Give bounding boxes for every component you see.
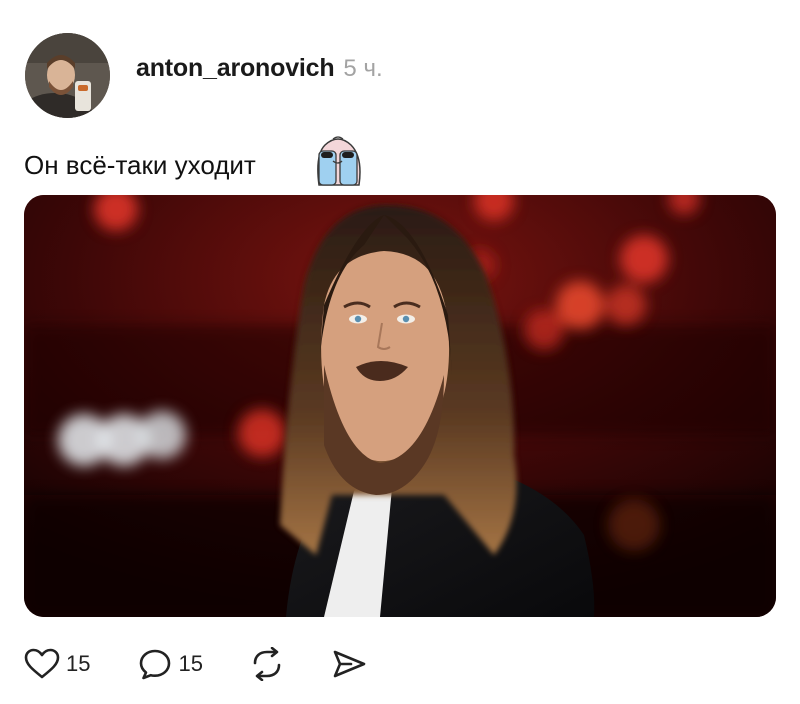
comment-count: 15 (178, 651, 203, 676)
author-username[interactable]: anton_aronovich (136, 54, 335, 83)
repost-icon (249, 647, 285, 681)
repost-button[interactable] (249, 647, 285, 681)
post-header: anton_aronovich 5 ч. (136, 54, 383, 83)
share-button[interactable] (331, 648, 367, 680)
heart-icon (24, 648, 60, 680)
send-icon (331, 648, 367, 680)
post-action-bar: 15 15 (24, 646, 367, 682)
crying-sticker (311, 135, 365, 187)
post-photo[interactable] (24, 195, 776, 617)
post-timestamp: 5 ч. (343, 55, 383, 82)
like-button[interactable]: 15 (24, 648, 90, 680)
author-avatar[interactable] (25, 33, 110, 118)
comment-button[interactable]: 15 (138, 648, 203, 680)
comment-bubble-icon (138, 648, 172, 680)
post-text: Он всё-таки уходит (24, 150, 256, 180)
like-count: 15 (66, 651, 91, 676)
